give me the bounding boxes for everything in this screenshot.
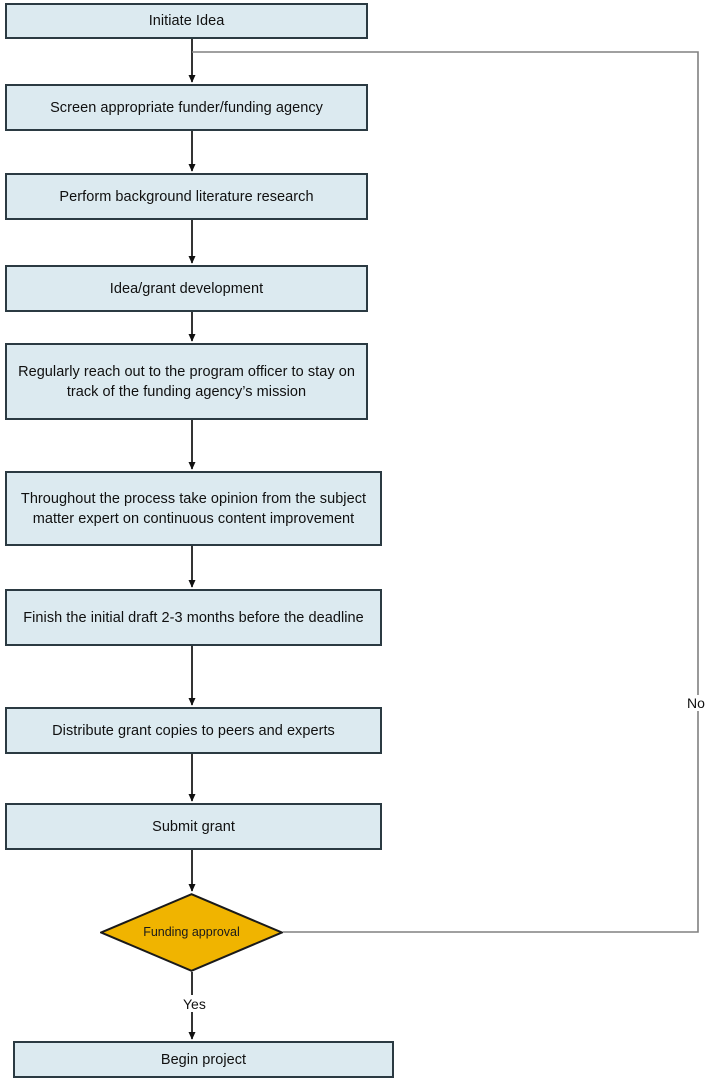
node-label-reach-program-officer: Regularly reach out to the program offic…	[18, 363, 355, 400]
node-label-subject-matter-expert: Throughout the process take opinion from…	[20, 490, 367, 527]
node-label-background-research: Perform background literature research	[59, 188, 314, 205]
node-label-distribute-grant-copies: Distribute grant copies to peers and exp…	[52, 722, 335, 739]
node-background-research[interactable]: Perform background literature research	[5, 173, 368, 220]
node-label-begin-project: Begin project	[160, 1051, 247, 1068]
edge-label-no: No	[684, 695, 708, 711]
node-finish-initial-draft[interactable]: Finish the initial draft 2-3 months befo…	[5, 589, 382, 646]
node-label-idea-grant-development: Idea/grant development	[109, 280, 264, 297]
edge-label-yes: Yes	[180, 996, 209, 1012]
node-label-submit-grant: Submit grant	[152, 818, 235, 835]
node-funding-approval[interactable]: Funding approval	[100, 893, 283, 972]
node-submit-grant[interactable]: Submit grant	[5, 803, 382, 850]
node-screen-funder[interactable]: Screen appropriate funder/funding agency	[5, 84, 368, 131]
node-idea-grant-development[interactable]: Idea/grant development	[5, 265, 368, 312]
flowchart-canvas: Initiate Idea Screen appropriate funder/…	[0, 0, 720, 1083]
node-begin-project[interactable]: Begin project	[13, 1041, 394, 1078]
node-initiate-idea[interactable]: Initiate Idea	[5, 3, 368, 39]
node-label-initiate-idea: Initiate Idea	[148, 13, 225, 29]
node-reach-program-officer[interactable]: Regularly reach out to the program offic…	[5, 343, 368, 420]
node-label-screen-funder: Screen appropriate funder/funding agency	[50, 99, 323, 116]
node-label-finish-initial-draft: Finish the initial draft 2-3 months befo…	[23, 609, 364, 626]
node-label-funding-approval: Funding approval	[143, 925, 240, 939]
node-distribute-grant-copies[interactable]: Distribute grant copies to peers and exp…	[5, 707, 382, 754]
node-subject-matter-expert[interactable]: Throughout the process take opinion from…	[5, 471, 382, 546]
